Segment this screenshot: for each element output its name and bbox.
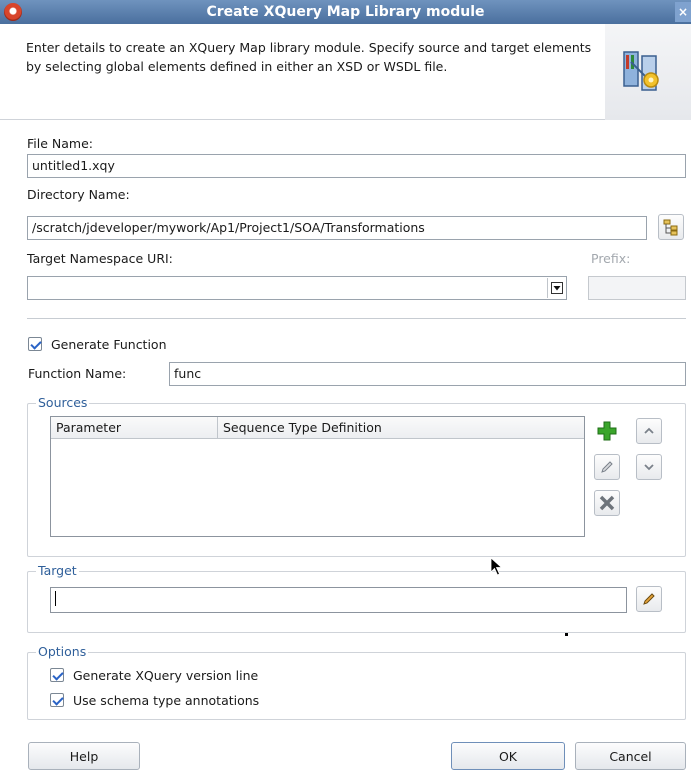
file-name-label: File Name:: [27, 136, 93, 151]
cancel-button[interactable]: Cancel: [575, 742, 686, 770]
dialog-content: File Name: untitled1.xqy Directory Name:…: [0, 120, 691, 780]
sources-group: Sources Parameter Sequence Type Definiti…: [27, 395, 686, 557]
options-title: Options: [36, 644, 89, 659]
target-title: Target: [36, 563, 79, 578]
directory-name-input[interactable]: /scratch/jdeveloper/mywork/Ap1/Project1/…: [27, 216, 647, 240]
header-graphic-area: [605, 24, 691, 120]
move-up-button[interactable]: [636, 418, 662, 444]
move-down-button[interactable]: [636, 454, 662, 480]
move-up-icon: [644, 427, 654, 434]
target-group: Target: [27, 563, 686, 633]
remove-icon: [599, 495, 615, 511]
edit-source-button[interactable]: [594, 454, 620, 480]
screen-artifact-dot: [565, 633, 568, 636]
namespace-combo[interactable]: [27, 276, 567, 300]
options-group: Options Generate XQuery version line Use…: [27, 644, 686, 720]
ok-button[interactable]: OK: [451, 742, 565, 770]
generate-function-label: Generate Function: [50, 337, 167, 352]
add-source-button[interactable]: [594, 418, 620, 444]
edit-target-icon: [643, 593, 655, 605]
column-header-parameter[interactable]: Parameter: [51, 417, 218, 439]
prefix-input[interactable]: [588, 276, 686, 300]
add-icon: [597, 421, 617, 441]
close-icon[interactable]: ×: [675, 2, 691, 22]
window-title: Create XQuery Map Library module: [206, 4, 485, 20]
header-panel: Enter details to create an XQuery Map li…: [0, 24, 691, 120]
help-button[interactable]: Help: [28, 742, 140, 770]
dropdown-arrow-glyph: [550, 282, 563, 294]
title-bar: Create XQuery Map Library module ×: [0, 0, 691, 24]
schema-annotations-checkbox[interactable]: [50, 693, 64, 707]
namespace-label: Target Namespace URI:: [27, 251, 173, 266]
generate-function-checkbox[interactable]: [28, 337, 42, 351]
function-name-input[interactable]: func: [169, 362, 686, 386]
version-line-row[interactable]: Generate XQuery version line: [50, 668, 258, 683]
sources-table[interactable]: Parameter Sequence Type Definition: [50, 416, 585, 537]
target-input[interactable]: [50, 587, 627, 613]
header-description: Enter details to create an XQuery Map li…: [26, 40, 592, 74]
sources-title: Sources: [36, 395, 90, 410]
schema-annotations-row[interactable]: Use schema type annotations: [50, 693, 259, 708]
edit-target-button[interactable]: [636, 586, 662, 612]
dropdown-arrow-icon[interactable]: [547, 278, 565, 298]
text-caret: [55, 591, 56, 606]
prefix-label: Prefix:: [591, 251, 631, 266]
mouse-cursor-icon: [490, 557, 503, 576]
version-line-label: Generate XQuery version line: [72, 668, 259, 683]
function-name-label: Function Name:: [28, 366, 127, 381]
section-divider: [27, 318, 686, 319]
file-name-input[interactable]: untitled1.xqy: [27, 154, 686, 178]
generate-function-row[interactable]: Generate Function: [28, 337, 167, 352]
xquery-map-graphic-icon: [623, 51, 659, 91]
app-logo-icon: [4, 3, 22, 21]
version-line-checkbox[interactable]: [50, 668, 64, 682]
move-down-icon: [644, 464, 654, 471]
edit-icon: [601, 461, 613, 473]
directory-name-label: Directory Name:: [27, 187, 130, 202]
browse-directory-button[interactable]: [658, 214, 684, 240]
remove-source-button[interactable]: [594, 490, 620, 516]
browse-directory-icon: [663, 219, 678, 236]
schema-annotations-label: Use schema type annotations: [72, 693, 260, 708]
column-header-sequence-type[interactable]: Sequence Type Definition: [218, 417, 584, 439]
